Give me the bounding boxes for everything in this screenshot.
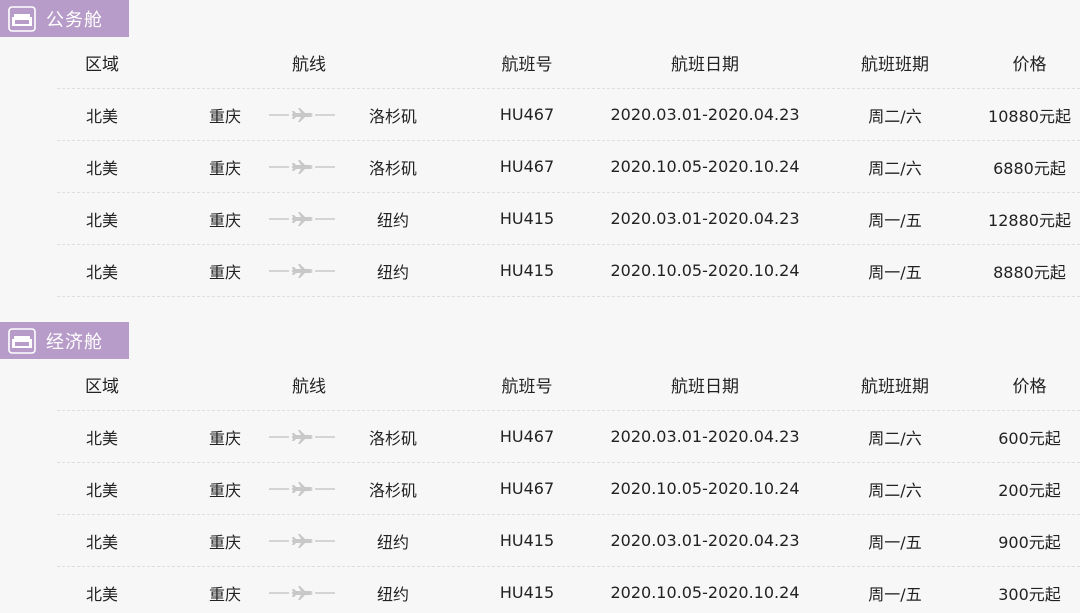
table-row: 北美 重庆 纽约 HU415 2020.03.01-2020.04.23 周一/… — [57, 193, 1080, 245]
cabin-title: 经济舱 — [46, 331, 103, 353]
cell-date: 2020.03.01-2020.04.23 — [610, 531, 800, 550]
cell-date: 2020.10.05-2020.10.24 — [610, 479, 800, 498]
header-flight: 航班号 — [501, 55, 553, 75]
cell-flight: HU415 — [499, 583, 555, 602]
header-date: 航班日期 — [671, 55, 739, 75]
cell-destination: 洛杉矶 — [368, 106, 417, 126]
header-region: 区域 — [85, 55, 119, 75]
header-route: 航线 — [292, 377, 326, 397]
header-route: 航线 — [292, 55, 326, 75]
cell-region: 北美 — [85, 158, 118, 178]
cell-origin: 重庆 — [208, 584, 241, 604]
airplane-icon — [267, 515, 337, 566]
table-row: 北美 重庆 洛杉矶 HU467 2020.03.01-2020.04.23 周二… — [57, 411, 1080, 463]
table-header: 区域 航线 航班号 航班日期 航班班期 价格 — [57, 37, 1080, 89]
header-price: 价格 — [1012, 55, 1047, 75]
cell-schedule: 周一/五 — [868, 584, 922, 604]
cell-flight: HU415 — [499, 209, 555, 228]
table-row: 北美 重庆 洛杉矶 HU467 2020.03.01-2020.04.23 周二… — [57, 89, 1080, 141]
cell-destination: 纽约 — [376, 584, 409, 604]
header-price: 价格 — [1012, 377, 1047, 397]
cell-date: 2020.10.05-2020.10.24 — [610, 261, 800, 280]
sofa-icon — [8, 5, 36, 32]
cell-destination: 洛杉矶 — [368, 480, 417, 500]
cell-flight: HU415 — [499, 261, 555, 280]
cell-price: 900元起 — [998, 532, 1061, 552]
cell-schedule: 周二/六 — [868, 106, 922, 126]
cell-origin: 重庆 — [208, 210, 241, 230]
section-business-class: 公务舱 区域 航线 航班号 航班日期 航班班期 价格 北美 重庆 洛杉矶 HU4… — [0, 0, 1080, 322]
cell-date: 2020.03.01-2020.04.23 — [610, 209, 800, 228]
cabin-title: 公务舱 — [46, 9, 103, 31]
cell-destination: 纽约 — [376, 262, 409, 282]
cell-schedule: 周二/六 — [868, 158, 922, 178]
cell-price: 10880元起 — [988, 106, 1071, 126]
cell-region: 北美 — [85, 210, 118, 230]
cell-price: 200元起 — [998, 480, 1061, 500]
cell-schedule: 周一/五 — [868, 532, 922, 552]
cell-origin: 重庆 — [208, 158, 241, 178]
cell-price: 300元起 — [998, 584, 1061, 604]
table-row: 北美 重庆 纽约 HU415 2020.10.05-2020.10.24 周一/… — [57, 245, 1080, 297]
cell-flight: HU415 — [499, 531, 555, 550]
fare-table: 区域 航线 航班号 航班日期 航班班期 价格 北美 重庆 洛杉矶 HU467 2… — [57, 359, 1080, 613]
airplane-icon — [267, 193, 337, 244]
header-flight: 航班号 — [501, 377, 553, 397]
cell-date: 2020.10.05-2020.10.24 — [610, 157, 800, 176]
cell-destination: 洛杉矶 — [368, 158, 417, 178]
cell-price: 8880元起 — [993, 262, 1066, 282]
cell-origin: 重庆 — [208, 428, 241, 448]
cell-region: 北美 — [85, 480, 118, 500]
cell-flight: HU467 — [499, 479, 555, 498]
header-region: 区域 — [85, 377, 119, 397]
cell-date: 2020.10.05-2020.10.24 — [610, 583, 800, 602]
cell-date: 2020.03.01-2020.04.23 — [610, 105, 800, 124]
table-row: 北美 重庆 洛杉矶 HU467 2020.10.05-2020.10.24 周二… — [57, 141, 1080, 193]
header-date: 航班日期 — [671, 377, 739, 397]
table-row: 北美 重庆 洛杉矶 HU467 2020.10.05-2020.10.24 周二… — [57, 463, 1080, 515]
cell-region: 北美 — [85, 428, 118, 448]
section-economy-class: 经济舱 区域 航线 航班号 航班日期 航班班期 价格 北美 重庆 洛杉矶 HU4… — [0, 322, 1080, 613]
cell-price: 12880元起 — [988, 210, 1071, 230]
cell-price: 600元起 — [998, 428, 1061, 448]
cell-date: 2020.03.01-2020.04.23 — [610, 427, 800, 446]
cell-region: 北美 — [85, 532, 118, 552]
cell-region: 北美 — [85, 262, 118, 282]
cabin-badge: 经济舱 — [0, 322, 129, 359]
cell-destination: 纽约 — [376, 210, 409, 230]
airplane-icon — [267, 89, 337, 140]
cell-region: 北美 — [85, 584, 118, 604]
header-schedule: 航班班期 — [861, 377, 929, 397]
fare-table: 区域 航线 航班号 航班日期 航班班期 价格 北美 重庆 洛杉矶 HU467 2… — [57, 37, 1080, 297]
cell-schedule: 周一/五 — [868, 210, 922, 230]
cell-flight: HU467 — [499, 157, 555, 176]
cell-origin: 重庆 — [208, 262, 241, 282]
cell-schedule: 周二/六 — [868, 480, 922, 500]
table-row: 北美 重庆 纽约 HU415 2020.03.01-2020.04.23 周一/… — [57, 515, 1080, 567]
cell-schedule: 周二/六 — [868, 428, 922, 448]
cell-flight: HU467 — [499, 105, 555, 124]
airplane-icon — [267, 141, 337, 192]
cell-origin: 重庆 — [208, 532, 241, 552]
cell-origin: 重庆 — [208, 106, 241, 126]
sofa-icon — [8, 327, 36, 354]
cell-price: 6880元起 — [993, 158, 1066, 178]
header-schedule: 航班班期 — [861, 55, 929, 75]
airplane-icon — [267, 567, 337, 613]
cell-flight: HU467 — [499, 427, 555, 446]
airplane-icon — [267, 245, 337, 296]
airplane-icon — [267, 463, 337, 514]
cabin-badge: 公务舱 — [0, 0, 129, 37]
cell-destination: 纽约 — [376, 532, 409, 552]
table-header: 区域 航线 航班号 航班日期 航班班期 价格 — [57, 359, 1080, 411]
table-row: 北美 重庆 纽约 HU415 2020.10.05-2020.10.24 周一/… — [57, 567, 1080, 613]
airplane-icon — [267, 411, 337, 462]
cell-destination: 洛杉矶 — [368, 428, 417, 448]
cell-schedule: 周一/五 — [868, 262, 922, 282]
cell-origin: 重庆 — [208, 480, 241, 500]
cell-region: 北美 — [85, 106, 118, 126]
